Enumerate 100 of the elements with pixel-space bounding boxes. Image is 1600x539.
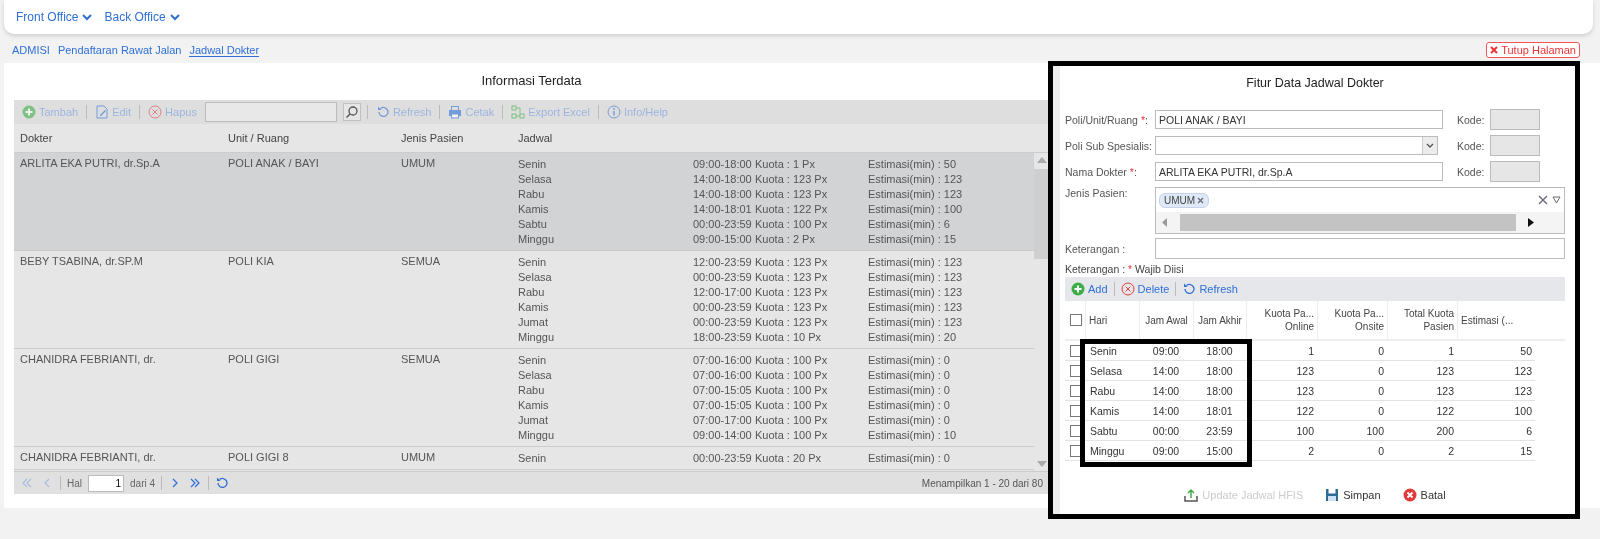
upload-icon bbox=[1184, 488, 1199, 502]
text-field[interactable]: ARLITA EKA PUTRI, dr.Sp.A bbox=[1155, 162, 1443, 181]
notes-field[interactable] bbox=[1155, 238, 1565, 259]
printer-icon bbox=[448, 105, 463, 119]
field-label: Jenis Pasien: bbox=[1065, 187, 1129, 201]
toolbar-button[interactable]: Refresh bbox=[1182, 282, 1238, 296]
day-text: Jumat bbox=[518, 315, 549, 330]
table-cell-text: 14:00 bbox=[1151, 364, 1181, 377]
code-field[interactable] bbox=[1490, 161, 1540, 182]
page-label: Hal bbox=[67, 477, 82, 489]
table-cell-text: 100 bbox=[1365, 424, 1385, 437]
table-cell-text: 50 bbox=[1519, 344, 1533, 357]
estimate-text: Estimasi(min) : 123 bbox=[868, 187, 964, 202]
table-cell-text: 14:00 bbox=[1151, 384, 1181, 397]
multi-select-field[interactable]: UMUM bbox=[1155, 187, 1565, 234]
doctor-cell-text: ARLITA EKA PUTRI, dr.Sp.A bbox=[19, 157, 161, 171]
unit-cell-text: POLI KIA bbox=[227, 255, 275, 269]
scroll-left-icon bbox=[1162, 218, 1168, 227]
clear-icon[interactable] bbox=[1538, 195, 1548, 205]
hours-text: 00:00-23:59 bbox=[693, 270, 753, 285]
patient-type-cell-text: SEMUA bbox=[400, 255, 442, 269]
column-header: Hari bbox=[1085, 301, 1139, 339]
code-label: Kode: bbox=[1456, 139, 1486, 152]
code-field[interactable] bbox=[1490, 135, 1540, 156]
hours-text: 12:00-17:00 bbox=[693, 285, 753, 300]
chevron-down-icon bbox=[169, 13, 180, 21]
day-text: Sabtu bbox=[518, 217, 548, 232]
network-icon bbox=[511, 105, 526, 119]
day-text: Kamis bbox=[518, 398, 550, 413]
unit-cell-text: POLI ANAK / BAYI bbox=[227, 157, 320, 171]
table-cell-text: 100 bbox=[1295, 424, 1315, 437]
hours-text: 14:00-18:00 bbox=[693, 187, 753, 202]
nav-menu-item[interactable]: Front Office bbox=[16, 10, 93, 24]
table-cell-text: 23:59 bbox=[1205, 424, 1234, 437]
table-cell-text: 122 bbox=[1295, 404, 1315, 417]
unit-cell-text: POLI GIGI bbox=[227, 353, 281, 367]
horizontal-scrollbar[interactable] bbox=[1156, 212, 1564, 233]
quota-text: Kuota : 123 Px bbox=[755, 300, 829, 315]
chevron-down-icon bbox=[82, 13, 93, 21]
column-header: Kuota Pa... Online bbox=[1246, 301, 1317, 339]
code-label: Kode: bbox=[1456, 165, 1486, 178]
text-field[interactable]: POLI ANAK / BAYI bbox=[1155, 110, 1443, 129]
day-text: Minggu bbox=[518, 232, 556, 247]
hours-text: 09:00-15:00 bbox=[693, 232, 753, 247]
caret-icon bbox=[1426, 143, 1434, 148]
refresh-icon bbox=[1182, 282, 1197, 296]
patient-type-cell-text: SEMUA bbox=[400, 353, 442, 367]
tag-chip[interactable]: UMUM bbox=[1159, 192, 1210, 208]
hours-text: 07:00-15:05 bbox=[693, 398, 753, 413]
doctor-cell-text: BEBY TSABINA, dr.SP.M bbox=[19, 255, 144, 269]
day-text: Rabu bbox=[518, 383, 546, 398]
table-cell-text: 0 bbox=[1377, 344, 1385, 357]
hours-text: 07:00-17:00 bbox=[693, 413, 753, 428]
column-header: Unit / Ruang bbox=[227, 132, 291, 144]
toolbar-button[interactable]: Delete bbox=[1120, 282, 1170, 296]
dropdown-triangle-icon[interactable] bbox=[1552, 196, 1561, 204]
footer-button[interactable]: Simpan bbox=[1325, 488, 1381, 502]
table-cell-text: 123 bbox=[1435, 364, 1455, 377]
required-note: Keterangan : * Wajib Diisi bbox=[1065, 263, 1185, 275]
footer-button[interactable]: Batal bbox=[1402, 488, 1446, 502]
quota-text: Kuota : 100 Px bbox=[755, 368, 829, 383]
quota-text: Kuota : 123 Px bbox=[755, 187, 829, 202]
patient-type-cell-text: UMUM bbox=[400, 451, 437, 465]
breadcrumb-link[interactable]: Jadwal Dokter bbox=[189, 43, 260, 57]
estimate-text: Estimasi(min) : 10 bbox=[868, 428, 958, 443]
estimate-text: Estimasi(min) : 0 bbox=[868, 398, 951, 413]
column-header: Jadwal bbox=[517, 132, 554, 144]
search-button[interactable] bbox=[342, 103, 361, 121]
column-header: Dokter bbox=[19, 132, 54, 144]
estimate-text: Estimasi(min) : 15 bbox=[868, 232, 958, 247]
double-left-icon bbox=[20, 476, 34, 490]
record-summary: Menampilkan 1 - 20 dari 80 bbox=[921, 477, 1043, 489]
close-page-button[interactable]: Tutup Halaman bbox=[1486, 42, 1580, 58]
estimate-text: Estimasi(min) : 123 bbox=[868, 285, 964, 300]
table-cell-text: 2 bbox=[1447, 444, 1455, 457]
table-cell-text: 122 bbox=[1435, 404, 1455, 417]
code-field[interactable] bbox=[1490, 109, 1540, 130]
estimate-text: Estimasi(min) : 0 bbox=[868, 383, 951, 398]
select-all-checkbox[interactable] bbox=[1070, 314, 1082, 326]
day-text: Jumat bbox=[518, 413, 549, 428]
day-text: Minggu bbox=[518, 330, 556, 345]
hours-text: 00:00-23:59 bbox=[693, 451, 753, 466]
hours-text: 14:00-18:00 bbox=[693, 172, 753, 187]
pager-button[interactable] bbox=[215, 476, 230, 490]
toolbar-button[interactable]: Add bbox=[1071, 282, 1108, 296]
table-cell-text: 123 bbox=[1295, 384, 1315, 397]
add-icon bbox=[1071, 282, 1085, 296]
hours-text: 00:00-23:59 bbox=[693, 300, 753, 315]
quota-text: Kuota : 123 Px bbox=[755, 172, 829, 187]
column-header: Kuota Pa... Onsite bbox=[1317, 301, 1387, 339]
page-input[interactable]: 1 bbox=[88, 474, 124, 492]
unit-cell-text: POLI GIGI 8 bbox=[227, 451, 290, 465]
quota-text: Kuota : 2 Px bbox=[755, 232, 816, 247]
quota-text: Kuota : 100 Px bbox=[755, 428, 829, 443]
breadcrumb-link[interactable]: ADMISI bbox=[12, 44, 50, 56]
breadcrumb-link[interactable]: Pendaftaran Rawat Jalan bbox=[57, 44, 182, 56]
doctor-cell-text: CHANIDRA FEBRIANTI, dr. bbox=[19, 451, 157, 465]
select-field[interactable] bbox=[1155, 136, 1438, 155]
nav-menu-item[interactable]: Back Office bbox=[104, 10, 180, 24]
day-text: Senin bbox=[518, 451, 548, 466]
